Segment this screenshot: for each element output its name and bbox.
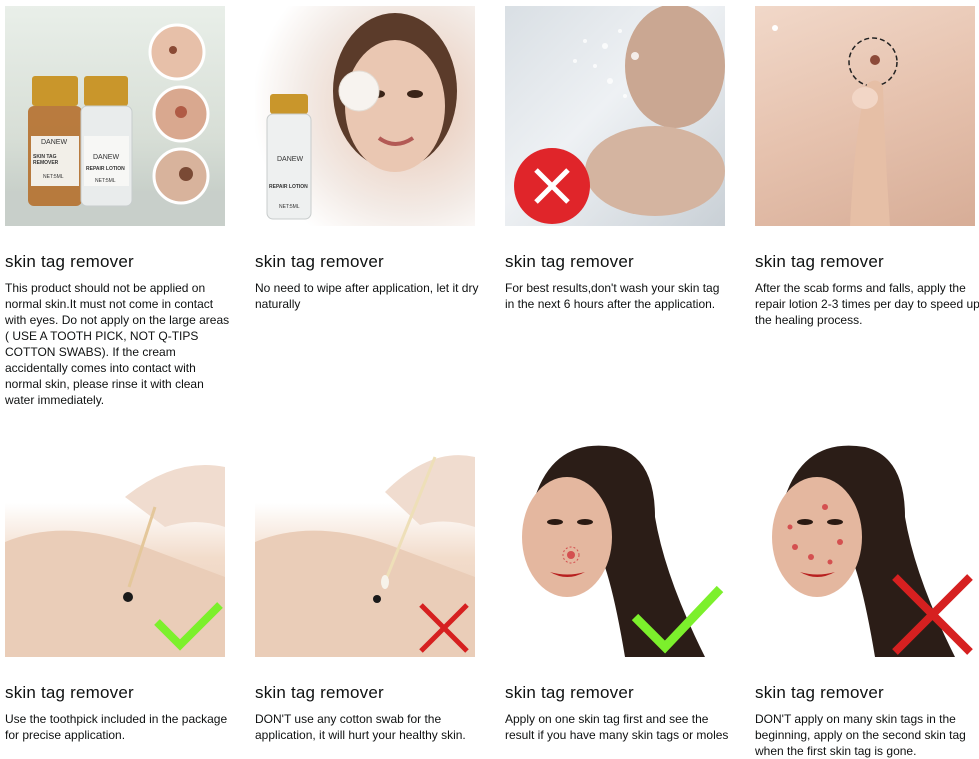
cotton-swab-illustration <box>255 455 475 657</box>
product-image-woman-cotton-pad: DANEW REPAIR LOTION NET:5ML <box>255 6 475 226</box>
bottles-illustration <box>5 23 225 226</box>
card-description: For best results,don't wash your skin ta… <box>505 281 720 311</box>
card-description: Use the toothpick included in the packag… <box>5 712 228 742</box>
card-title: skin tag remover <box>255 252 384 271</box>
card-description: This product should not be applied on no… <box>5 281 230 407</box>
product-card-7: skin tag remover Apply on one skin tag f… <box>505 437 731 743</box>
bottle1-label: SKIN TAG REMOVER <box>33 154 59 166</box>
card-title: skin tag remover <box>255 683 384 702</box>
card-title: skin tag remover <box>505 252 634 271</box>
product-image-one-skin-tag <box>505 437 725 657</box>
card-title: skin tag remover <box>755 683 884 702</box>
wash-illustration <box>514 6 725 224</box>
card-title: skin tag remover <box>5 683 134 702</box>
card-title: skin tag remover <box>505 683 634 702</box>
toothpick-illustration <box>5 465 225 657</box>
face-many-tags-illustration <box>772 445 973 657</box>
product-card-5: skin tag remover Use the toothpick inclu… <box>5 437 231 743</box>
card-description: No need to wipe after application, let i… <box>255 281 479 311</box>
product-card-6: skin tag remover DON'T use any cotton sw… <box>255 437 481 743</box>
skin-closeup-illustration <box>772 25 898 226</box>
bottle1-brand: DANEW <box>41 139 68 146</box>
product-image-cotton-swab <box>255 437 475 657</box>
product-card-8: skin tag remover DON'T apply on many ski… <box>755 437 979 759</box>
product-card-1: DANEW SKIN TAG REMOVER NET:5ML DANEW REP… <box>5 6 231 408</box>
card-title: skin tag remover <box>5 252 134 271</box>
product-image-bottles: DANEW SKIN TAG REMOVER NET:5ML DANEW REP… <box>5 6 225 226</box>
product-image-many-skin-tags <box>755 437 975 657</box>
bottle-label: REPAIR LOTION <box>269 184 308 190</box>
product-image-skin-closeup <box>755 6 975 226</box>
product-card-2: DANEW REPAIR LOTION NET:5ML skin tag rem… <box>255 6 481 312</box>
bottle-brand: DANEW <box>277 156 304 163</box>
bottle2-label: REPAIR LOTION <box>86 166 125 172</box>
bottle-size: NET:5ML <box>279 204 300 210</box>
product-card-3: skin tag remover For best results,don't … <box>505 6 731 312</box>
bottle2-brand: DANEW <box>93 154 120 161</box>
woman-illustration <box>266 13 457 220</box>
card-title: skin tag remover <box>755 252 884 271</box>
bottle2-size: NET:5ML <box>95 178 116 184</box>
card-description: Apply on one skin tag first and see the … <box>505 712 729 742</box>
product-card-4: skin tag remover After the scab forms an… <box>755 6 979 328</box>
card-description: After the scab forms and falls, apply th… <box>755 281 979 327</box>
product-image-face-washing <box>505 6 725 226</box>
bottle1-size: NET:5ML <box>43 174 64 180</box>
product-image-toothpick <box>5 437 225 657</box>
card-description: DON'T use any cotton swab for the applic… <box>255 712 466 742</box>
face-one-tag-illustration <box>522 445 724 657</box>
card-description: DON'T apply on many skin tags in the beg… <box>755 712 966 758</box>
